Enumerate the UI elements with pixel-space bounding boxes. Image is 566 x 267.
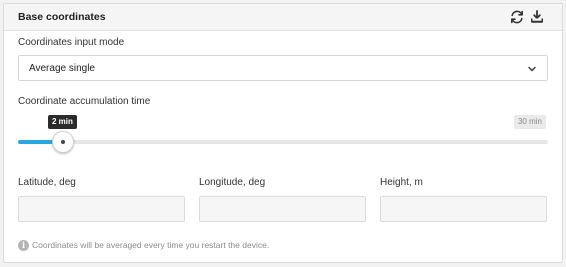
accumulation-value-tooltip: 2 min [48,115,77,129]
height-label: Height, m [380,177,423,188]
longitude-field[interactable] [199,196,366,222]
latitude-field[interactable] [18,196,185,222]
accumulation-max-label: 30 min [513,115,546,129]
input-mode-value: Average single [29,63,95,74]
height-field[interactable] [380,196,547,222]
accumulation-slider-track[interactable] [18,140,548,144]
latitude-label: Latitude, deg [18,177,76,188]
base-coordinates-panel: Base coordinates Coordinates input mode … [3,3,563,263]
accumulation-time-label: Coordinate accumulation time [18,96,151,107]
panel-title: Base coordinates [18,11,106,23]
longitude-label: Longitude, deg [199,177,266,188]
input-mode-select[interactable]: Average single [18,55,548,81]
hint: i Coordinates will be averaged every tim… [18,239,269,251]
accumulation-slider-thumb[interactable] [51,131,74,153]
refresh-icon[interactable] [509,9,525,25]
info-icon: i [18,239,29,251]
hint-text: Coordinates will be averaged every time … [32,240,270,250]
chevron-down-icon [526,63,538,75]
panel-header: Base coordinates [4,4,562,31]
input-mode-label: Coordinates input mode [18,37,125,48]
download-icon[interactable] [529,9,545,25]
